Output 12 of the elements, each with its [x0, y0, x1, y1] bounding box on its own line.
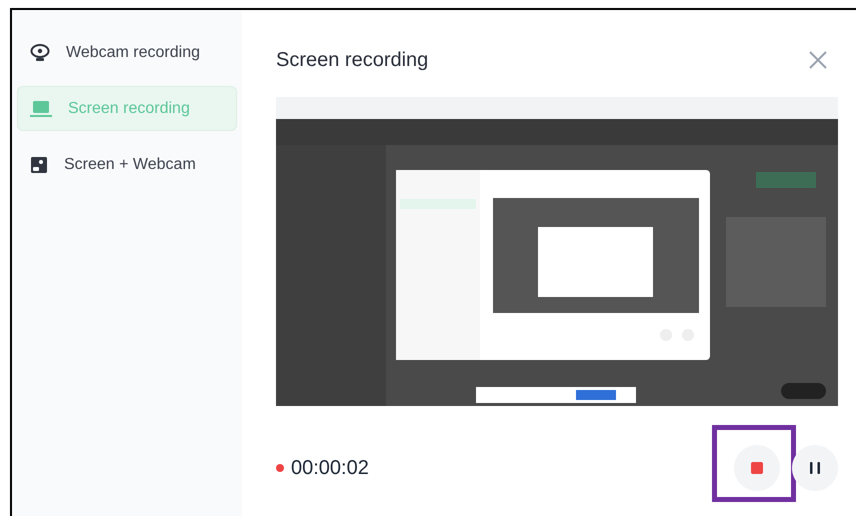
recording-timer: 00:00:02: [291, 456, 369, 481]
sidebar-item[interactable]: Webcam recording: [17, 30, 237, 75]
stop-icon: [751, 462, 763, 474]
sidebar-item[interactable]: Screen + Webcam: [17, 142, 237, 187]
stop-button[interactable]: [734, 445, 780, 491]
close-icon[interactable]: [808, 50, 828, 70]
pause-icon: [809, 462, 821, 474]
laptop-icon: [30, 100, 52, 118]
dialog-title: Screen recording: [276, 48, 428, 73]
pause-button[interactable]: [792, 445, 838, 491]
webcam-icon: [30, 44, 50, 62]
portrait-icon: [30, 156, 48, 174]
